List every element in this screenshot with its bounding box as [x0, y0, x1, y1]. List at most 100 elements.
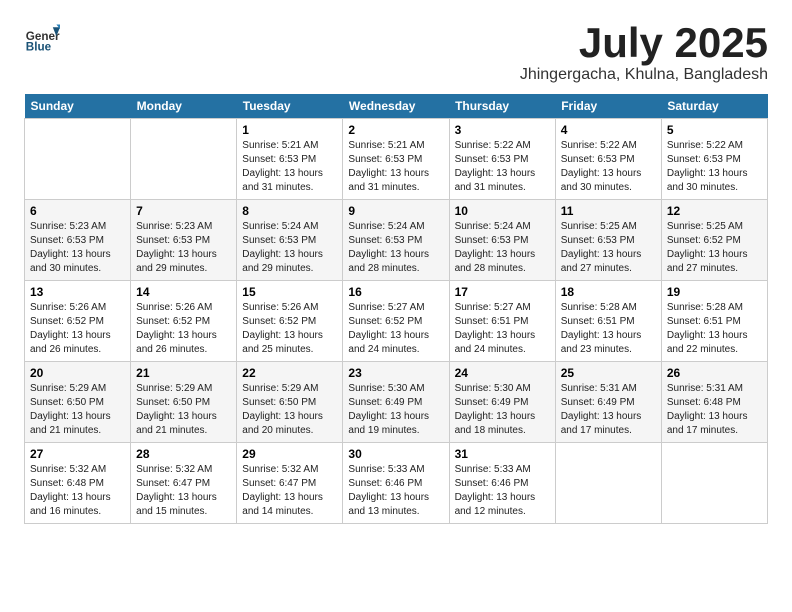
day-number: 8 [242, 204, 337, 218]
day-number: 16 [348, 285, 443, 299]
day-cell [131, 119, 237, 200]
day-cell: 13 Sunrise: 5:26 AM Sunset: 6:52 PM Dayli… [25, 281, 131, 362]
day-cell: 3Sunrise: 5:22 AM Sunset: 6:53 PM Daylig… [449, 119, 555, 200]
day-number: 12 [667, 204, 762, 218]
weekday-header-thursday: Thursday [449, 94, 555, 119]
day-cell: 27Sunrise: 5:32 AM Sunset: 6:48 PM Dayli… [25, 443, 131, 524]
day-cell: 26 Sunrise: 5:31 AM Sunset: 6:48 PM Dayli… [661, 362, 767, 443]
weekday-header-row: SundayMondayTuesdayWednesdayThursdayFrid… [25, 94, 768, 119]
day-number: 30 [348, 447, 443, 461]
svg-text:Blue: Blue [26, 41, 52, 54]
day-number: 13 [30, 285, 125, 299]
day-number: 26 [667, 366, 762, 380]
day-number: 24 [455, 366, 550, 380]
day-cell: 28 Sunrise: 5:32 AM Sunset: 6:47 PM Dayli… [131, 443, 237, 524]
day-number: 15 [242, 285, 337, 299]
day-info: Sunrise: 5:21 AM Sunset: 6:53 PM Dayligh… [348, 139, 443, 195]
day-info: Sunrise: 5:29 AM Sunset: 6:50 PM Dayligh… [242, 382, 337, 438]
day-cell [25, 119, 131, 200]
day-cell: 4Sunrise: 5:22 AM Sunset: 6:53 PM Daylig… [555, 119, 661, 200]
day-info: Sunrise: 5:32 AM Sunset: 6:47 PM Dayligh… [242, 463, 337, 519]
day-number: 18 [561, 285, 656, 299]
day-number: 1 [242, 123, 337, 137]
day-number: 19 [667, 285, 762, 299]
weekday-header-wednesday: Wednesday [343, 94, 449, 119]
calendar-table: SundayMondayTuesdayWednesdayThursdayFrid… [24, 94, 768, 524]
day-number: 25 [561, 366, 656, 380]
week-row-1: 1 Sunrise: 5:21 AM Sunset: 6:53 PM Daylig… [25, 119, 768, 200]
weekday-header-sunday: Sunday [25, 94, 131, 119]
week-row-4: 20 Sunrise: 5:29 AM Sunset: 6:50 PM Dayli… [25, 362, 768, 443]
day-info: Sunrise: 5:31 AM Sunset: 6:48 PM Dayligh… [667, 382, 762, 438]
day-number: 9 [348, 204, 443, 218]
logo-icon: General Blue [24, 20, 60, 56]
day-info: Sunrise: 5:25 AM Sunset: 6:52 PM Dayligh… [667, 220, 762, 276]
day-info: Sunrise: 5:23 AM Sunset: 6:53 PM Dayligh… [30, 220, 125, 276]
day-info: Sunrise: 5:22 AM Sunset: 6:53 PM Dayligh… [667, 139, 762, 195]
day-cell: 2 Sunrise: 5:21 AM Sunset: 6:53 PM Daylig… [343, 119, 449, 200]
day-cell: 11 Sunrise: 5:25 AM Sunset: 6:53 PM Dayli… [555, 200, 661, 281]
day-info: Sunrise: 5:32 AM Sunset: 6:47 PM Dayligh… [136, 463, 231, 519]
day-cell: 15 Sunrise: 5:26 AM Sunset: 6:52 PM Dayli… [237, 281, 343, 362]
day-number: 4 [561, 123, 656, 137]
day-cell: 8Sunrise: 5:24 AM Sunset: 6:53 PM Daylig… [237, 200, 343, 281]
day-cell: 18 Sunrise: 5:28 AM Sunset: 6:51 PM Dayli… [555, 281, 661, 362]
day-cell: 19 Sunrise: 5:28 AM Sunset: 6:51 PM Dayli… [661, 281, 767, 362]
weekday-header-friday: Friday [555, 94, 661, 119]
day-cell [661, 443, 767, 524]
day-cell: 16 Sunrise: 5:27 AM Sunset: 6:52 PM Dayli… [343, 281, 449, 362]
day-cell: 29 Sunrise: 5:32 AM Sunset: 6:47 PM Dayli… [237, 443, 343, 524]
day-info: Sunrise: 5:24 AM Sunset: 6:53 PM Dayligh… [348, 220, 443, 276]
location-title: Jhingergacha, Khulna, Bangladesh [520, 66, 768, 84]
day-cell: 22 Sunrise: 5:29 AM Sunset: 6:50 PM Dayli… [237, 362, 343, 443]
day-number: 20 [30, 366, 125, 380]
weekday-header-tuesday: Tuesday [237, 94, 343, 119]
day-info: Sunrise: 5:29 AM Sunset: 6:50 PM Dayligh… [30, 382, 125, 438]
day-cell: 25 Sunrise: 5:31 AM Sunset: 6:49 PM Dayli… [555, 362, 661, 443]
day-info: Sunrise: 5:28 AM Sunset: 6:51 PM Dayligh… [561, 301, 656, 357]
day-info: Sunrise: 5:29 AM Sunset: 6:50 PM Dayligh… [136, 382, 231, 438]
day-number: 22 [242, 366, 337, 380]
day-number: 27 [30, 447, 125, 461]
day-info: Sunrise: 5:27 AM Sunset: 6:51 PM Dayligh… [455, 301, 550, 357]
day-info: Sunrise: 5:24 AM Sunset: 6:53 PM Dayligh… [455, 220, 550, 276]
day-number: 11 [561, 204, 656, 218]
day-cell: 20 Sunrise: 5:29 AM Sunset: 6:50 PM Dayli… [25, 362, 131, 443]
day-info: Sunrise: 5:26 AM Sunset: 6:52 PM Dayligh… [30, 301, 125, 357]
day-cell: 23 Sunrise: 5:30 AM Sunset: 6:49 PM Dayli… [343, 362, 449, 443]
day-info: Sunrise: 5:26 AM Sunset: 6:52 PM Dayligh… [136, 301, 231, 357]
month-title: July 2025 [520, 20, 768, 66]
day-info: Sunrise: 5:28 AM Sunset: 6:51 PM Dayligh… [667, 301, 762, 357]
logo: General Blue [24, 20, 60, 56]
title-area: July 2025 Jhingergacha, Khulna, Banglade… [520, 20, 768, 84]
week-row-5: 27Sunrise: 5:32 AM Sunset: 6:48 PM Dayli… [25, 443, 768, 524]
day-cell: 12 Sunrise: 5:25 AM Sunset: 6:52 PM Dayli… [661, 200, 767, 281]
day-cell: 1 Sunrise: 5:21 AM Sunset: 6:53 PM Daylig… [237, 119, 343, 200]
day-cell: 31Sunrise: 5:33 AM Sunset: 6:46 PM Dayli… [449, 443, 555, 524]
day-number: 5 [667, 123, 762, 137]
day-number: 31 [455, 447, 550, 461]
day-info: Sunrise: 5:26 AM Sunset: 6:52 PM Dayligh… [242, 301, 337, 357]
day-info: Sunrise: 5:25 AM Sunset: 6:53 PM Dayligh… [561, 220, 656, 276]
day-cell: 9 Sunrise: 5:24 AM Sunset: 6:53 PM Daylig… [343, 200, 449, 281]
day-info: Sunrise: 5:31 AM Sunset: 6:49 PM Dayligh… [561, 382, 656, 438]
weekday-header-saturday: Saturday [661, 94, 767, 119]
day-info: Sunrise: 5:27 AM Sunset: 6:52 PM Dayligh… [348, 301, 443, 357]
day-cell: 17Sunrise: 5:27 AM Sunset: 6:51 PM Dayli… [449, 281, 555, 362]
day-info: Sunrise: 5:33 AM Sunset: 6:46 PM Dayligh… [348, 463, 443, 519]
day-number: 23 [348, 366, 443, 380]
day-info: Sunrise: 5:30 AM Sunset: 6:49 PM Dayligh… [348, 382, 443, 438]
day-number: 28 [136, 447, 231, 461]
day-number: 29 [242, 447, 337, 461]
day-number: 7 [136, 204, 231, 218]
header: General Blue July 2025 Jhingergacha, Khu… [24, 20, 768, 84]
day-cell: 10Sunrise: 5:24 AM Sunset: 6:53 PM Dayli… [449, 200, 555, 281]
day-cell [555, 443, 661, 524]
day-info: Sunrise: 5:30 AM Sunset: 6:49 PM Dayligh… [455, 382, 550, 438]
day-info: Sunrise: 5:21 AM Sunset: 6:53 PM Dayligh… [242, 139, 337, 195]
week-row-2: 6Sunrise: 5:23 AM Sunset: 6:53 PM Daylig… [25, 200, 768, 281]
day-number: 21 [136, 366, 231, 380]
day-number: 2 [348, 123, 443, 137]
day-info: Sunrise: 5:22 AM Sunset: 6:53 PM Dayligh… [455, 139, 550, 195]
day-cell: 7Sunrise: 5:23 AM Sunset: 6:53 PM Daylig… [131, 200, 237, 281]
